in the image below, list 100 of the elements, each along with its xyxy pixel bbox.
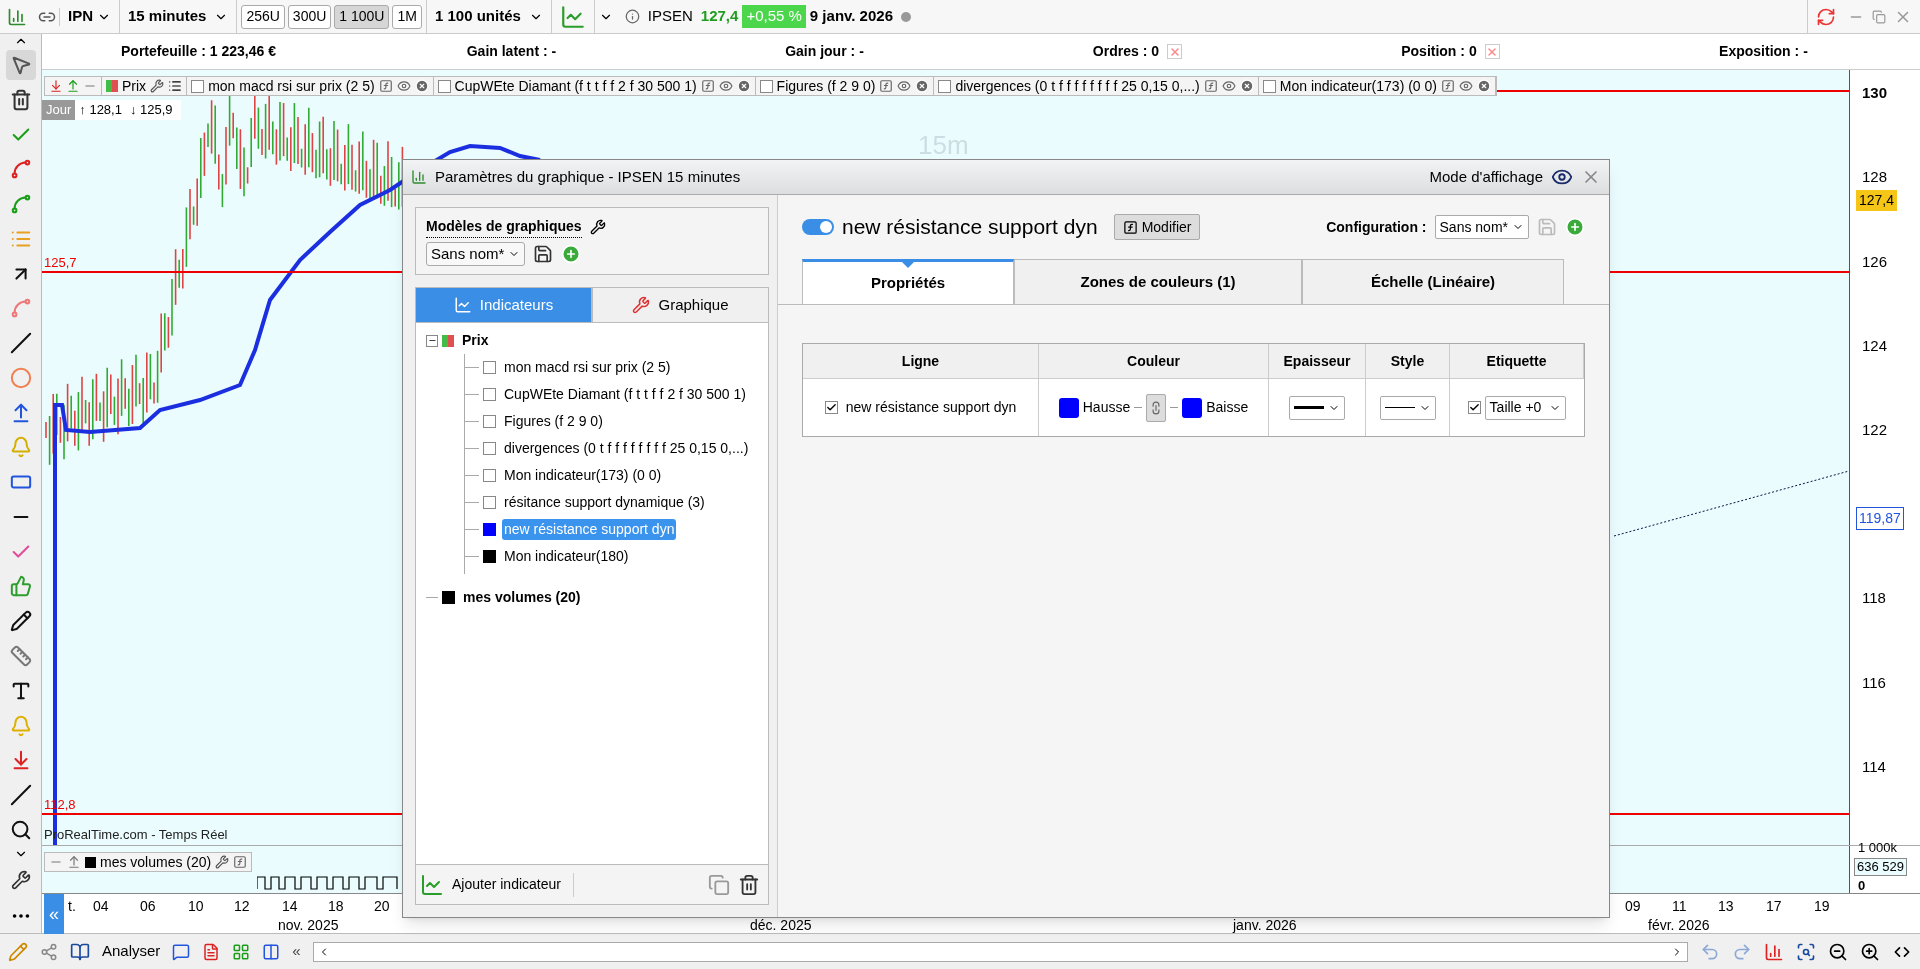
- fx-icon[interactable]: [378, 79, 393, 93]
- save-icon[interactable]: [533, 244, 554, 264]
- thickness-select[interactable]: [1289, 395, 1345, 420]
- eye-icon[interactable]: [1458, 79, 1473, 93]
- wrench-icon: [632, 296, 651, 314]
- tree-item[interactable]: Mon indicateur(180): [502, 546, 631, 567]
- fx-icon[interactable]: [1440, 79, 1455, 93]
- horizontal-scrollbar[interactable]: [312, 941, 1688, 962]
- fx-icon[interactable]: [1203, 79, 1218, 93]
- eye-icon[interactable]: [1221, 79, 1236, 93]
- checkbox[interactable]: [938, 79, 952, 93]
- checkbox[interactable]: [1262, 79, 1276, 93]
- eye-icon[interactable]: [396, 79, 411, 93]
- checkbox[interactable]: [483, 415, 496, 428]
- tree-item[interactable]: Figures (f 2 9 0): [502, 411, 605, 432]
- cursor-icon[interactable]: [5, 50, 36, 80]
- checkbox[interactable]: [191, 79, 205, 93]
- tree-item[interactable]: résitance support dynamique (3): [502, 492, 707, 513]
- tree-item[interactable]: CupWEte Diamant (f t t f f 2 f 30 500 1): [502, 384, 748, 405]
- line-style-select[interactable]: [1379, 395, 1436, 420]
- high-label: ↑ 128,1: [75, 100, 126, 120]
- checkbox[interactable]: [1467, 401, 1481, 414]
- copy-icon[interactable]: [708, 873, 730, 896]
- stat-value: -: [551, 42, 557, 61]
- stat-label: Ordres :: [1092, 42, 1148, 61]
- upload-icon[interactable]: [66, 79, 80, 93]
- tree-item[interactable]: mes volumes (20): [461, 587, 583, 608]
- color-label: Baisse: [1206, 398, 1249, 417]
- month-label: déc. 2025: [750, 916, 812, 935]
- marker-price-badge: 119,87: [1856, 507, 1904, 530]
- checkbox[interactable]: [483, 469, 496, 482]
- tree-item[interactable]: Mon indicateur(173) (0 0): [502, 465, 664, 486]
- checkbox[interactable]: [437, 79, 451, 93]
- list-icon[interactable]: [168, 79, 183, 93]
- volume-color-icon: [85, 856, 96, 868]
- configuration-select[interactable]: Sans nom*: [1434, 215, 1529, 239]
- checkbox[interactable]: [483, 442, 496, 455]
- add-icon[interactable]: [1565, 217, 1585, 237]
- eye-icon[interactable]: [718, 79, 733, 93]
- units-dropdown[interactable]: 1 100 unités: [426, 0, 552, 33]
- fx-icon[interactable]: [233, 855, 248, 869]
- indicator-label: CupWEte Diamant (f t t f f 2 f 30 500 1): [454, 76, 697, 96]
- link-icon[interactable]: [1146, 393, 1167, 422]
- remove-icon[interactable]: [736, 79, 751, 93]
- fx-icon[interactable]: [700, 79, 715, 93]
- pane-tab[interactable]: Graphique: [592, 287, 769, 323]
- units-button[interactable]: 1M: [392, 4, 422, 29]
- upload-icon[interactable]: [67, 855, 81, 869]
- price-tick: 130: [1862, 83, 1888, 103]
- date-tick: 17: [1766, 897, 1782, 916]
- date-label: 9 janv. 2026: [809, 6, 893, 27]
- eye-icon[interactable]: [897, 79, 912, 93]
- add-icon[interactable]: [561, 244, 582, 264]
- tree-item[interactable]: Prix: [460, 330, 491, 351]
- stat-label: Gain latent :: [466, 42, 548, 61]
- display-mode-label: Mode d'affichage: [1429, 166, 1543, 187]
- checkbox[interactable]: [483, 496, 496, 509]
- wrench-icon[interactable]: [150, 79, 165, 93]
- volume-tick: 1 000k: [1858, 841, 1898, 854]
- stat-label: Position :: [1401, 42, 1465, 61]
- enable-toggle[interactable]: [802, 219, 834, 235]
- date-tick: 06: [140, 897, 156, 916]
- checkbox[interactable]: [483, 361, 496, 374]
- date-tick: 20: [374, 897, 390, 916]
- indicator-name: new résistance support dyn: [842, 214, 1098, 241]
- units-button[interactable]: 300U: [287, 4, 332, 29]
- remove-icon[interactable]: [915, 79, 930, 93]
- trash-icon[interactable]: [738, 873, 760, 896]
- collapse-button[interactable]: «: [288, 940, 305, 963]
- color-swatch[interactable]: [1182, 397, 1203, 418]
- date-tick: 12: [234, 897, 250, 916]
- settings-tab[interactable]: Échelle (Linéaire): [1302, 259, 1564, 304]
- modify-button[interactable]: Modifier: [1113, 214, 1201, 240]
- model-select[interactable]: Sans nom*: [426, 242, 526, 266]
- wrench-icon[interactable]: [215, 855, 230, 869]
- units-button[interactable]: 256U: [241, 4, 285, 29]
- month-label: févr. 2026: [1648, 916, 1710, 935]
- analyze-button[interactable]: Analyser: [98, 940, 165, 963]
- checkbox[interactable]: [483, 388, 496, 401]
- units-button[interactable]: 1 100U: [334, 4, 390, 29]
- tree-item[interactable]: mon macd rsi sur prix (2 5): [502, 357, 673, 378]
- settings-tab[interactable]: Propriétés: [802, 259, 1014, 304]
- checkbox[interactable]: [759, 79, 773, 93]
- checkbox[interactable]: [824, 401, 838, 414]
- download-icon[interactable]: [49, 79, 63, 93]
- color-swatch[interactable]: [1058, 397, 1079, 418]
- label-size-select[interactable]: Taille +0: [1484, 395, 1567, 420]
- remove-icon[interactable]: [1476, 79, 1491, 93]
- remove-icon[interactable]: [414, 79, 429, 93]
- expand-toggle[interactable]: [426, 334, 438, 347]
- remove-icon[interactable]: [1239, 79, 1254, 93]
- tree-item[interactable]: divergences (0 t f f f f f f f f 25 0,15 0,...): [502, 438, 751, 459]
- fx-icon[interactable]: [879, 79, 894, 93]
- timeframe-dropdown[interactable]: 15 minutes: [120, 0, 238, 33]
- settings-tab[interactable]: Zones de couleurs (1): [1014, 259, 1302, 304]
- wrench-icon[interactable]: [589, 219, 606, 235]
- symbol-dropdown[interactable]: IPN: [60, 0, 120, 33]
- current-price-badge: 127,4: [1856, 190, 1898, 211]
- column-header: Couleur: [1039, 344, 1269, 378]
- price-label: Prix: [122, 76, 147, 96]
